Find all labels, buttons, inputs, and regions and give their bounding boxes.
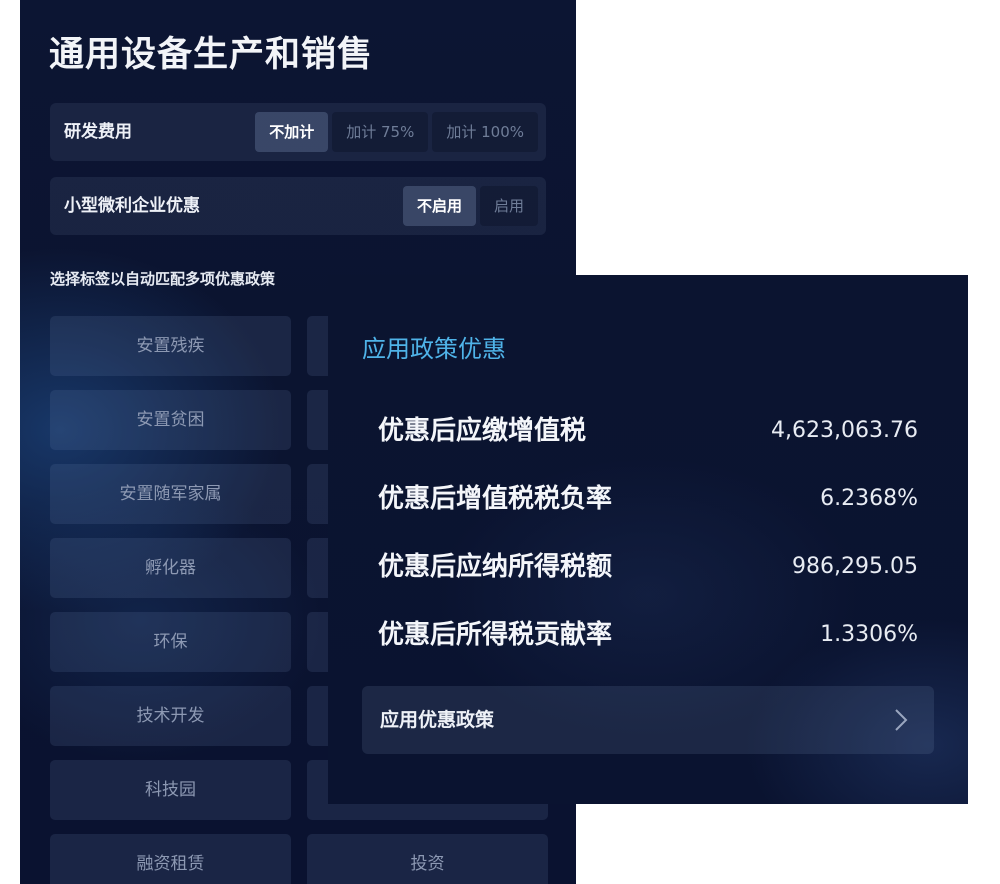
small-business-option-disable[interactable]: 不启用 [402,186,476,226]
small-business-label: 小型微利企业优惠 [64,196,200,216]
apply-policy-label: 应用优惠政策 [380,709,495,731]
metric-row-vat-burden: 优惠后增值税税负率 6.2368% [378,479,918,519]
rd-option-75[interactable]: 加计 75% [332,112,429,152]
tag-button[interactable]: 科技园 [50,760,291,820]
rd-expense-row: 研发费用 不加计 加计 75% 加计 100% [50,103,546,161]
tag-selection-hint: 选择标签以自动匹配多项优惠政策 [50,270,276,288]
tag-button[interactable]: 技术开发 [50,686,291,746]
metric-label: 优惠后增值税税负率 [378,484,613,514]
tag-button[interactable]: 投资 [307,834,548,884]
small-business-row: 小型微利企业优惠 不启用 启用 [50,177,546,235]
tag-button[interactable]: 安置随军家属 [50,464,291,524]
tag-button[interactable]: 安置贫困 [50,390,291,450]
small-business-option-enable[interactable]: 启用 [479,186,538,226]
metric-value: 6.2368% [820,486,918,511]
metric-label: 优惠后应缴增值税 [378,416,587,446]
page-title: 通用设备生产和销售 [49,35,374,75]
chevron-right-icon [895,709,908,731]
rd-option-100[interactable]: 加计 100% [432,112,538,152]
tag-button[interactable]: 环保 [50,612,291,672]
screen: 通用设备生产和销售 研发费用 不加计 加计 75% 加计 100% 小型微利企业… [0,0,1000,884]
metric-value: 4,623,063.76 [771,418,918,443]
metric-value: 986,295.05 [792,554,918,579]
result-panel-title: 应用政策优惠 [362,335,506,363]
rd-option-none[interactable]: 不加计 [255,112,329,152]
apply-policy-button[interactable]: 应用优惠政策 [362,686,934,754]
metric-row-income-tax: 优惠后应纳所得税额 986,295.05 [378,547,918,587]
metric-row-income-tax-rate: 优惠后所得税贡献率 1.3306% [378,615,918,655]
metric-value: 1.3306% [820,622,918,647]
metric-label: 优惠后应纳所得税额 [378,552,613,582]
tag-button[interactable]: 孵化器 [50,538,291,598]
small-business-segmented-control: 不启用 启用 [402,186,538,226]
rd-expense-label: 研发费用 [64,122,132,142]
rd-expense-segmented-control: 不加计 加计 75% 加计 100% [255,112,538,152]
tag-button[interactable]: 安置残疾 [50,316,291,376]
metric-label: 优惠后所得税贡献率 [378,620,613,650]
policy-result-panel: 应用政策优惠 优惠后应缴增值税 4,623,063.76 优惠后增值税税负率 6… [328,275,968,804]
metric-row-vat: 优惠后应缴增值税 4,623,063.76 [378,411,918,451]
tag-button[interactable]: 融资租赁 [50,834,291,884]
